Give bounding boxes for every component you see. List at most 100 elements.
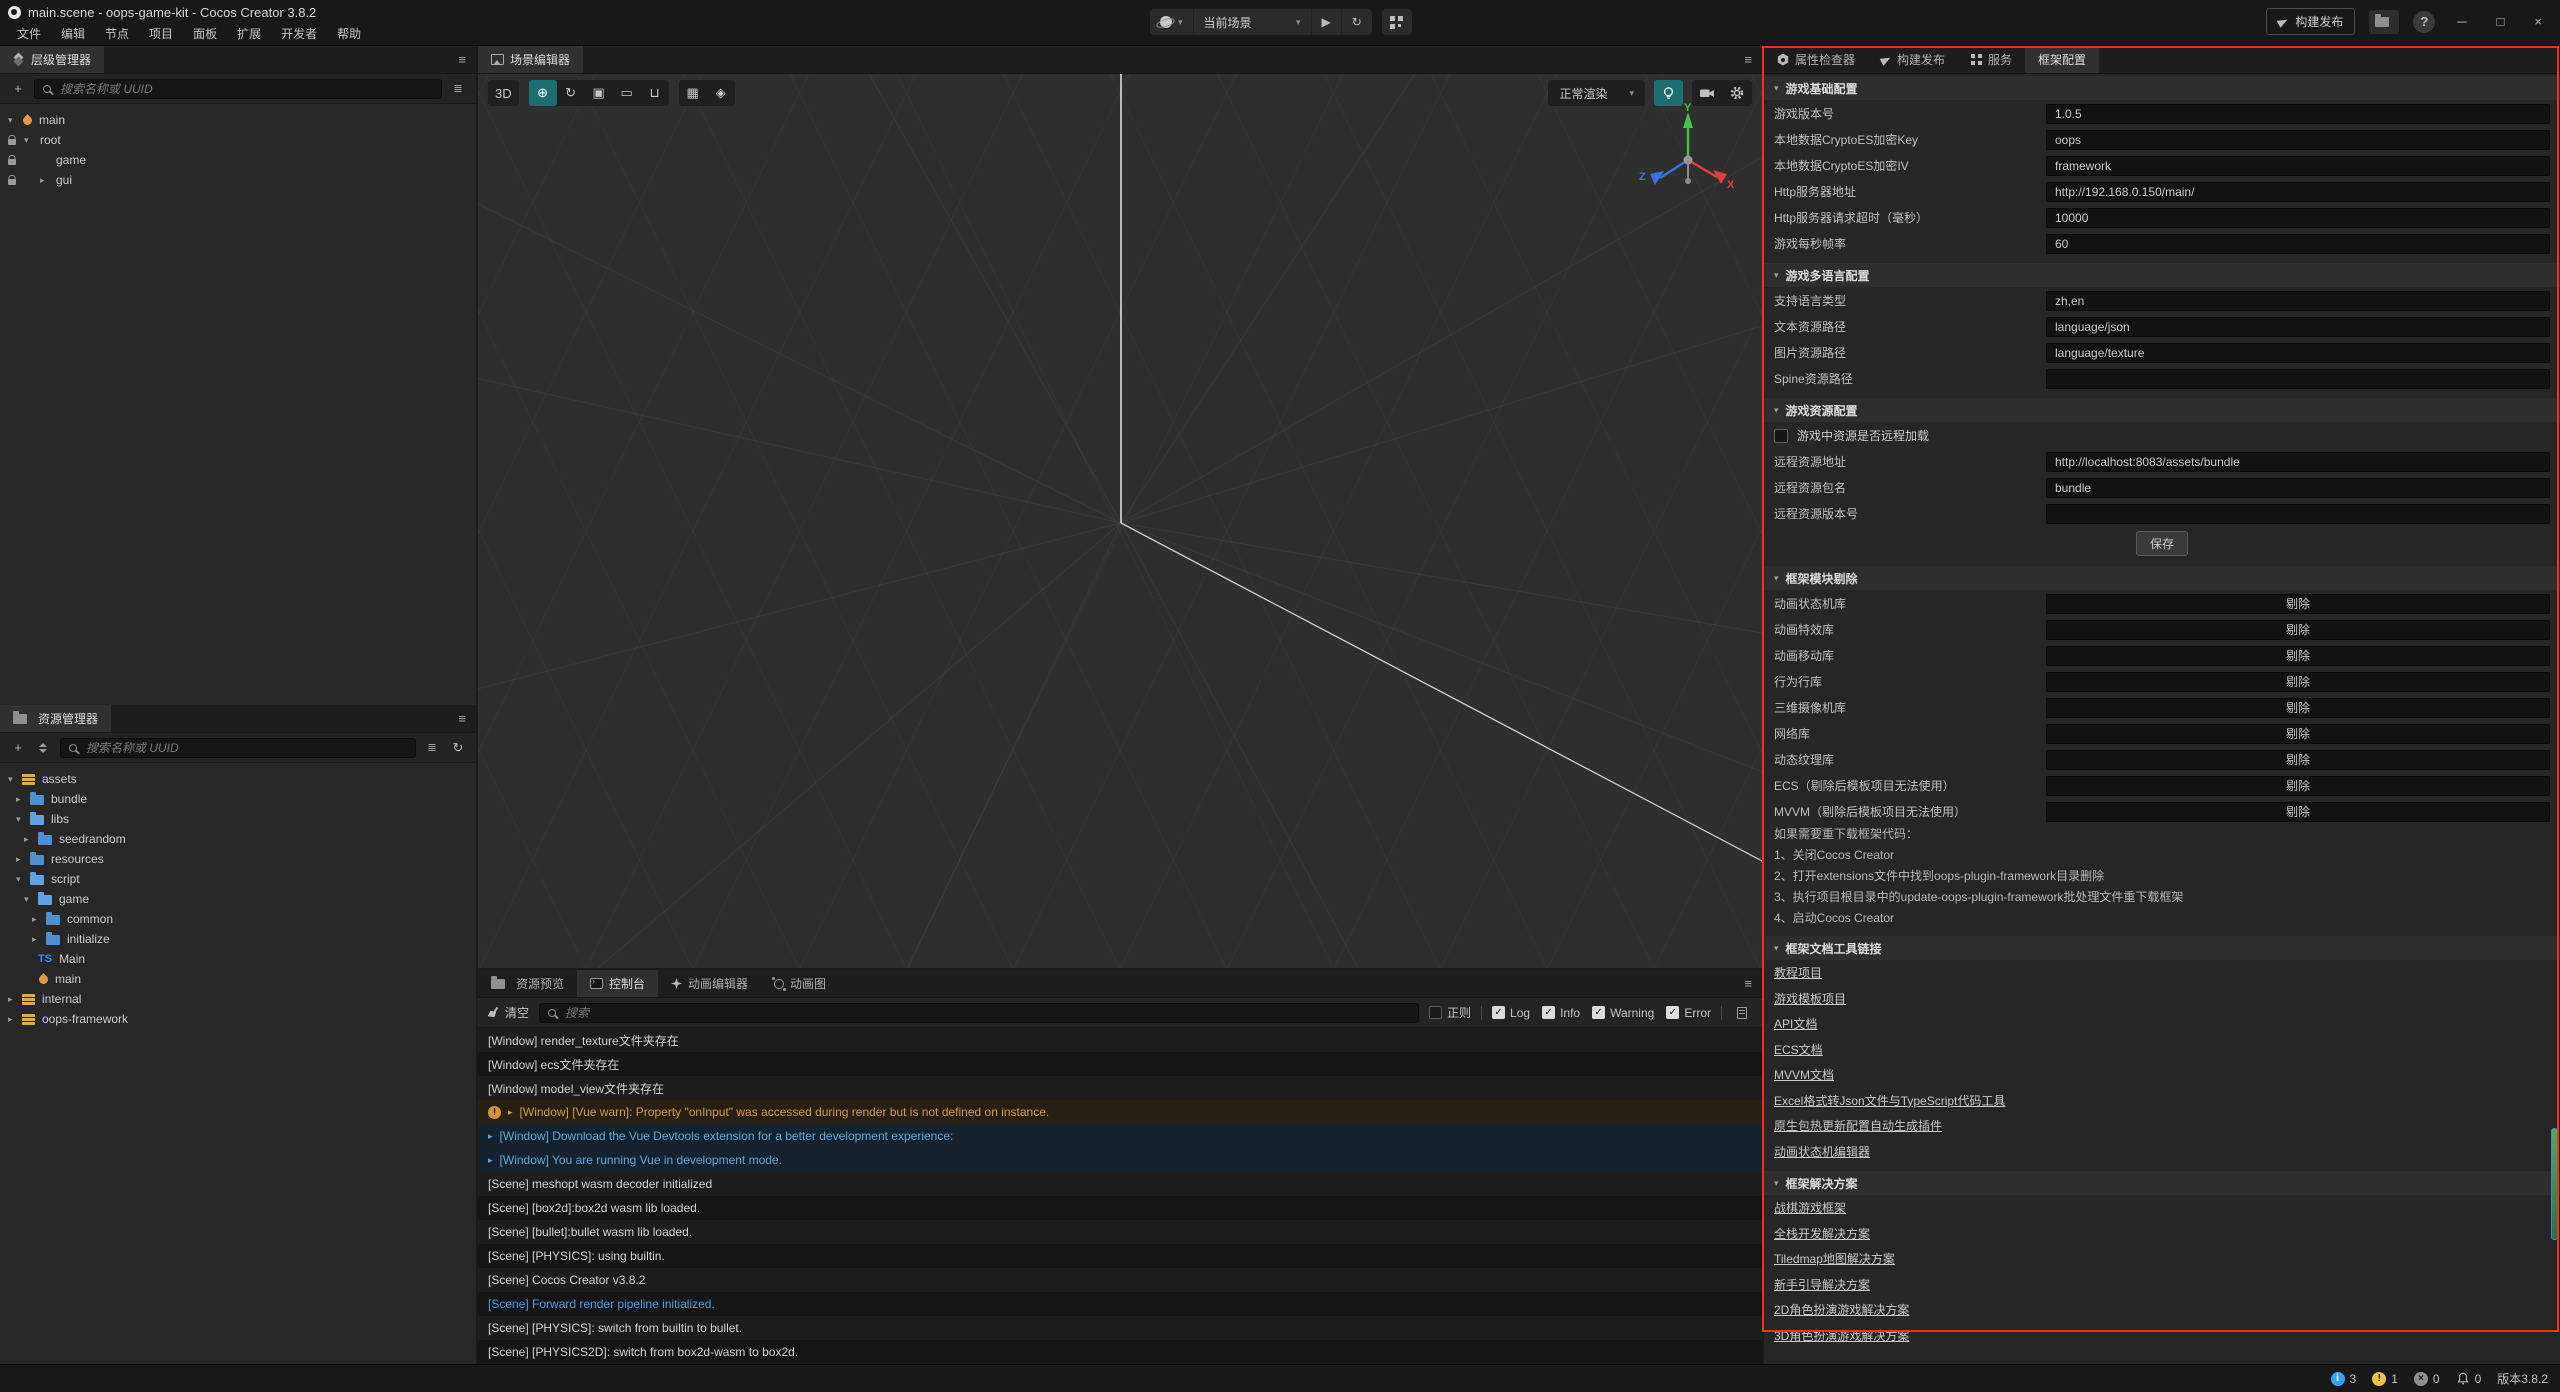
regex-filter[interactable]: 正则 bbox=[1429, 1004, 1471, 1021]
tree-item[interactable]: ▾script bbox=[0, 869, 476, 889]
toggle-arrow-icon[interactable]: ▸ bbox=[32, 914, 46, 925]
hierarchy-filter-button[interactable]: ≣ bbox=[448, 79, 468, 99]
toggle-arrow-icon[interactable]: ▸ bbox=[8, 994, 22, 1005]
tab-framework-config[interactable]: 框架配置 bbox=[2025, 46, 2099, 73]
tree-item[interactable]: ▾assets bbox=[0, 769, 476, 789]
tab-services[interactable]: 服务 bbox=[1958, 46, 2025, 73]
hierarchy-search-input[interactable] bbox=[58, 81, 433, 97]
field-input[interactable] bbox=[2046, 452, 2550, 472]
maximize-button[interactable]: □ bbox=[2489, 14, 2513, 29]
menu-item[interactable]: 文件 bbox=[8, 24, 50, 43]
toggle-arrow-icon[interactable]: ▾ bbox=[16, 814, 30, 825]
menu-item[interactable]: 节点 bbox=[96, 24, 138, 43]
checkbox[interactable]: ✓ bbox=[1666, 1006, 1679, 1019]
section-header[interactable]: ▾游戏基础配置 bbox=[1764, 76, 2560, 100]
tree-item[interactable]: ▾main bbox=[0, 110, 476, 130]
field-input[interactable] bbox=[2046, 369, 2550, 389]
log-row[interactable]: [Window] render_texture文件夹存在 bbox=[478, 1028, 1762, 1052]
field-input[interactable] bbox=[2046, 104, 2550, 124]
checkbox[interactable]: ✓ bbox=[1592, 1006, 1605, 1019]
log-filter-info[interactable]: ✓Info bbox=[1542, 1006, 1580, 1020]
log-filter-log[interactable]: ✓Log bbox=[1492, 1006, 1530, 1020]
tree-item[interactable]: ▸gui bbox=[0, 170, 476, 190]
remove-module-button[interactable]: 剔除 bbox=[2046, 750, 2550, 770]
remove-module-button[interactable]: 剔除 bbox=[2046, 776, 2550, 796]
doc-link[interactable]: 3D角色扮演游戏解决方案 bbox=[1774, 1327, 1909, 1344]
tree-item[interactable]: ▸resources bbox=[0, 849, 476, 869]
tree-item[interactable]: ▾libs bbox=[0, 809, 476, 829]
field-input[interactable] bbox=[2046, 343, 2550, 363]
tab-console[interactable]: 控制台 bbox=[577, 970, 658, 997]
field-input[interactable] bbox=[2046, 156, 2550, 176]
section-header[interactable]: ▾游戏多语言配置 bbox=[1764, 263, 2560, 287]
log-row[interactable]: [Window] model_view文件夹存在 bbox=[478, 1076, 1762, 1100]
toggle-arrow-icon[interactable]: ▸ bbox=[16, 794, 30, 805]
log-row[interactable]: [Scene] [PHYSICS]: using builtin. bbox=[478, 1244, 1762, 1268]
tree-item[interactable]: game bbox=[0, 150, 476, 170]
section-header[interactable]: ▾框架解决方案 bbox=[1764, 1171, 2560, 1195]
hierarchy-add-button[interactable]: + bbox=[8, 79, 28, 99]
log-row[interactable]: [Scene] [PHYSICS]: switch from builtin t… bbox=[478, 1316, 1762, 1340]
toggle-arrow-icon[interactable]: ▾ bbox=[24, 135, 38, 146]
menu-item[interactable]: 扩展 bbox=[228, 24, 270, 43]
log-filter-error[interactable]: ✓Error bbox=[1666, 1006, 1711, 1020]
move-tool-button[interactable]: ⊕ bbox=[529, 80, 557, 106]
menu-item[interactable]: 编辑 bbox=[52, 24, 94, 43]
render-mode-select[interactable]: 正常渲染 ▾ bbox=[1548, 80, 1645, 106]
doc-link[interactable]: Tiledmap地图解决方案 bbox=[1774, 1250, 1895, 1267]
lock-icon[interactable] bbox=[8, 179, 16, 185]
tab-animation-graph[interactable]: 动画图 bbox=[761, 970, 839, 997]
minimize-button[interactable]: ─ bbox=[2449, 14, 2474, 29]
coordinate-mode-button[interactable]: ◈ bbox=[707, 80, 735, 106]
toggle-arrow-icon[interactable]: ▾ bbox=[8, 115, 22, 126]
warning-count[interactable]: ! 1 bbox=[2372, 1372, 2398, 1386]
toggle-arrow-icon[interactable]: ▸ bbox=[8, 1014, 22, 1025]
scale-tool-button[interactable]: ▣ bbox=[585, 80, 613, 106]
tab-asset-preview[interactable]: 资源预览 bbox=[478, 970, 577, 997]
assets-filter-button[interactable]: ≣ bbox=[422, 738, 442, 758]
save-button[interactable]: 保存 bbox=[2136, 531, 2188, 556]
scene-menu-icon[interactable]: ≡ bbox=[1734, 46, 1762, 73]
expand-arrow-icon[interactable]: ▸ bbox=[488, 1131, 493, 1142]
doc-link[interactable]: 全栈开发解决方案 bbox=[1774, 1225, 1870, 1242]
menu-item[interactable]: 面板 bbox=[184, 24, 226, 43]
log-row[interactable]: [Scene] Forward render pipeline initiali… bbox=[478, 1292, 1762, 1316]
tree-item[interactable]: main bbox=[0, 969, 476, 989]
menu-item[interactable]: 项目 bbox=[140, 24, 182, 43]
lock-icon[interactable] bbox=[8, 159, 16, 165]
log-row[interactable]: !▸[Window] [Vue warn]: Property "onInput… bbox=[478, 1100, 1762, 1124]
doc-link[interactable]: 新手引导解决方案 bbox=[1774, 1276, 1870, 1293]
field-input[interactable] bbox=[2046, 208, 2550, 228]
field-input[interactable] bbox=[2046, 130, 2550, 150]
tab-hierarchy[interactable]: 层级管理器 bbox=[0, 46, 104, 73]
tree-item[interactable]: ▸oops-framework bbox=[0, 1009, 476, 1029]
doc-link[interactable]: MVVM文档 bbox=[1774, 1066, 1834, 1083]
log-row[interactable]: [Scene] meshopt wasm decoder initialized bbox=[478, 1172, 1762, 1196]
tree-item[interactable]: ▸seedrandom bbox=[0, 829, 476, 849]
field-input[interactable] bbox=[2046, 182, 2550, 202]
remove-module-button[interactable]: 剔除 bbox=[2046, 672, 2550, 692]
tree-item[interactable]: ▾root bbox=[0, 130, 476, 150]
doc-link[interactable]: 动画状态机编辑器 bbox=[1774, 1143, 1870, 1160]
remove-module-button[interactable]: 剔除 bbox=[2046, 646, 2550, 666]
pivot-mode-button[interactable]: ▦ bbox=[679, 80, 707, 106]
toggle-arrow-icon[interactable]: ▸ bbox=[32, 934, 46, 945]
doc-link[interactable]: 教程项目 bbox=[1774, 964, 1822, 981]
console-menu-icon[interactable]: ≡ bbox=[1734, 970, 1762, 997]
build-publish-button[interactable]: 构建发布 bbox=[2266, 8, 2355, 35]
close-button[interactable]: × bbox=[2526, 14, 2550, 29]
field-input[interactable] bbox=[2046, 317, 2550, 337]
assets-refresh-button[interactable]: ↻ bbox=[448, 738, 468, 758]
doc-link[interactable]: 原生包热更新配置自动生成插件 bbox=[1774, 1117, 1942, 1134]
scrollbar-thumb[interactable] bbox=[2551, 1128, 2558, 1240]
field-input[interactable] bbox=[2046, 291, 2550, 311]
remove-module-button[interactable]: 剔除 bbox=[2046, 724, 2550, 744]
assets-search-input[interactable] bbox=[84, 740, 407, 756]
tab-scene-editor[interactable]: 场景编辑器 bbox=[478, 46, 583, 73]
checkbox[interactable]: ✓ bbox=[1542, 1006, 1555, 1019]
doc-link[interactable]: 游戏模板项目 bbox=[1774, 990, 1846, 1007]
toggle-arrow-icon[interactable]: ▾ bbox=[8, 774, 22, 785]
expand-arrow-icon[interactable]: ▸ bbox=[508, 1107, 513, 1118]
toggle-arrow-icon[interactable]: ▾ bbox=[16, 874, 30, 885]
tree-item[interactable]: ▸common bbox=[0, 909, 476, 929]
